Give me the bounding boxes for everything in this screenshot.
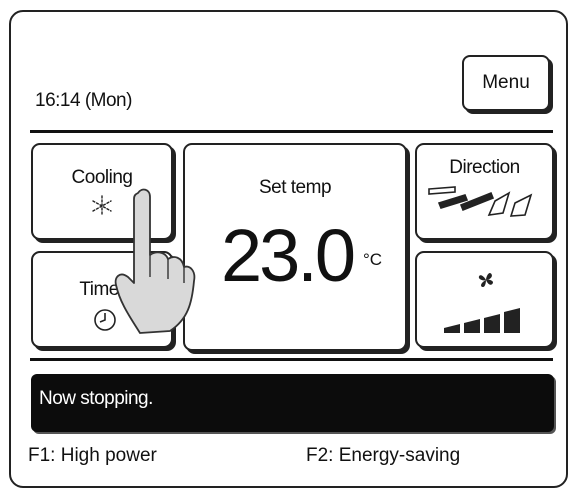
fan-icon bbox=[478, 273, 493, 287]
clock-display: 16:14 (Mon) bbox=[35, 90, 132, 111]
set-temp-label: Set temp bbox=[258, 177, 332, 198]
menu-button-label: Menu bbox=[482, 72, 530, 93]
cooling-snowflake-icon bbox=[92, 195, 112, 217]
menu-button[interactable]: Menu bbox=[462, 55, 550, 111]
clock-icon bbox=[94, 309, 116, 331]
fan-speed-bar-2 bbox=[464, 319, 480, 333]
timer-label: Timer bbox=[79, 279, 125, 300]
f2-key-label[interactable]: F2: Energy-saving bbox=[306, 445, 460, 467]
timer-button[interactable]: Timer bbox=[31, 251, 173, 348]
fan-speed-bar-4 bbox=[504, 308, 520, 333]
set-temp-value: 23.0 bbox=[221, 214, 356, 297]
f1-key-label[interactable]: F1: High power bbox=[28, 445, 157, 467]
footer-divider bbox=[30, 358, 553, 361]
fan-speed-button[interactable] bbox=[415, 251, 554, 348]
direction-label: Direction bbox=[449, 157, 520, 178]
mode-label: Cooling bbox=[71, 167, 133, 188]
fan-speed-bar-3 bbox=[484, 314, 500, 333]
set-temp-unit: °C bbox=[363, 250, 383, 269]
status-message: Now stopping. bbox=[39, 388, 153, 409]
status-bar: Now stopping. bbox=[31, 374, 554, 432]
set-temp-button[interactable]: Set temp 23.0 °C bbox=[183, 143, 407, 351]
mode-cooling-button[interactable]: Cooling bbox=[31, 143, 173, 240]
louver-direction-icon bbox=[428, 186, 533, 217]
header-divider bbox=[30, 130, 553, 133]
fan-speed-bars bbox=[444, 308, 520, 333]
fan-speed-bar-1 bbox=[444, 324, 460, 333]
direction-button[interactable]: Direction bbox=[415, 143, 554, 240]
